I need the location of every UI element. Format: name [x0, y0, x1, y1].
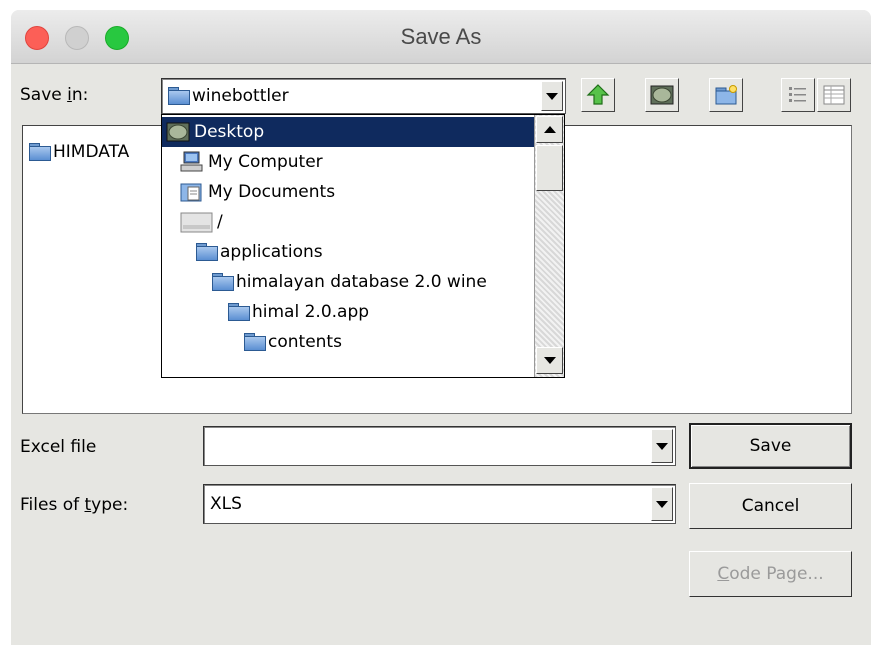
files-of-type-label: Files of type:: [20, 495, 129, 515]
list-view-icon: [789, 87, 806, 102]
save-as-dialog: Save As Save in: winebottler HIMDATA Des…: [11, 10, 871, 645]
window-title: Save As: [400, 24, 482, 49]
new-folder-icon: [715, 85, 737, 105]
files-of-type-dropdown-button[interactable]: [651, 487, 673, 521]
computer-icon: [180, 151, 203, 172]
chevron-down-icon: [656, 442, 668, 450]
scroll-down-button[interactable]: [536, 347, 563, 374]
desktop-icon: [650, 85, 674, 105]
save-in-value: winebottler: [192, 86, 289, 106]
dropdown-scrollbar[interactable]: [534, 115, 564, 377]
scroll-up-button[interactable]: [536, 116, 563, 143]
dropdown-item-my-documents[interactable]: My Documents: [162, 177, 534, 207]
up-arrow-icon: [586, 84, 610, 105]
folder-icon: [244, 333, 266, 351]
dropdown-item-contents[interactable]: contents: [162, 327, 534, 357]
title-bar: Save As: [11, 10, 871, 64]
chevron-up-icon: [543, 126, 556, 133]
save-button[interactable]: Save: [689, 423, 852, 469]
documents-icon: [180, 183, 202, 202]
chevron-down-icon: [546, 92, 558, 100]
save-in-combo[interactable]: winebottler: [161, 78, 566, 114]
chevron-down-icon: [543, 357, 556, 364]
dropdown-item-desktop[interactable]: Desktop: [162, 117, 534, 147]
files-of-type-value: XLS: [210, 494, 242, 514]
dropdown-item-my-computer[interactable]: My Computer: [162, 147, 534, 177]
save-in-label: Save in:: [20, 85, 89, 105]
save-in-dropdown-list[interactable]: Desktop My Computer My Documents / appli…: [161, 114, 565, 378]
folder-icon: [196, 243, 218, 261]
chevron-down-icon: [656, 500, 668, 508]
folder-icon: [212, 273, 234, 291]
folder-icon: [168, 87, 190, 105]
up-one-level-button[interactable]: [581, 78, 615, 112]
dropdown-item-himal-app[interactable]: himal 2.0.app: [162, 297, 534, 327]
desktop-button[interactable]: [645, 78, 679, 112]
new-folder-button[interactable]: [709, 78, 743, 112]
drive-icon: [180, 212, 213, 233]
code-page-button[interactable]: Code Page...: [689, 551, 852, 597]
list-view-button[interactable]: [781, 78, 815, 112]
scrollbar-thumb[interactable]: [536, 145, 563, 191]
desktop-icon: [166, 122, 190, 142]
details-view-icon: [823, 85, 845, 105]
excel-file-label: Excel file: [20, 437, 97, 457]
dropdown-item-root[interactable]: /: [162, 207, 534, 237]
folder-icon: [29, 143, 51, 161]
list-item-label: HIMDATA: [53, 142, 130, 162]
details-view-button[interactable]: [817, 78, 851, 112]
save-in-dropdown-button[interactable]: [541, 81, 563, 111]
files-of-type-combo[interactable]: XLS: [203, 484, 676, 524]
folder-icon: [228, 303, 250, 321]
dropdown-item-himalayan-database[interactable]: himalayan database 2.0 wine: [162, 267, 534, 297]
list-item[interactable]: HIMDATA: [29, 142, 129, 162]
excel-file-combo[interactable]: [203, 426, 676, 466]
excel-file-dropdown-button[interactable]: [651, 429, 673, 463]
dropdown-item-applications[interactable]: applications: [162, 237, 534, 267]
cancel-button[interactable]: Cancel: [689, 483, 852, 529]
